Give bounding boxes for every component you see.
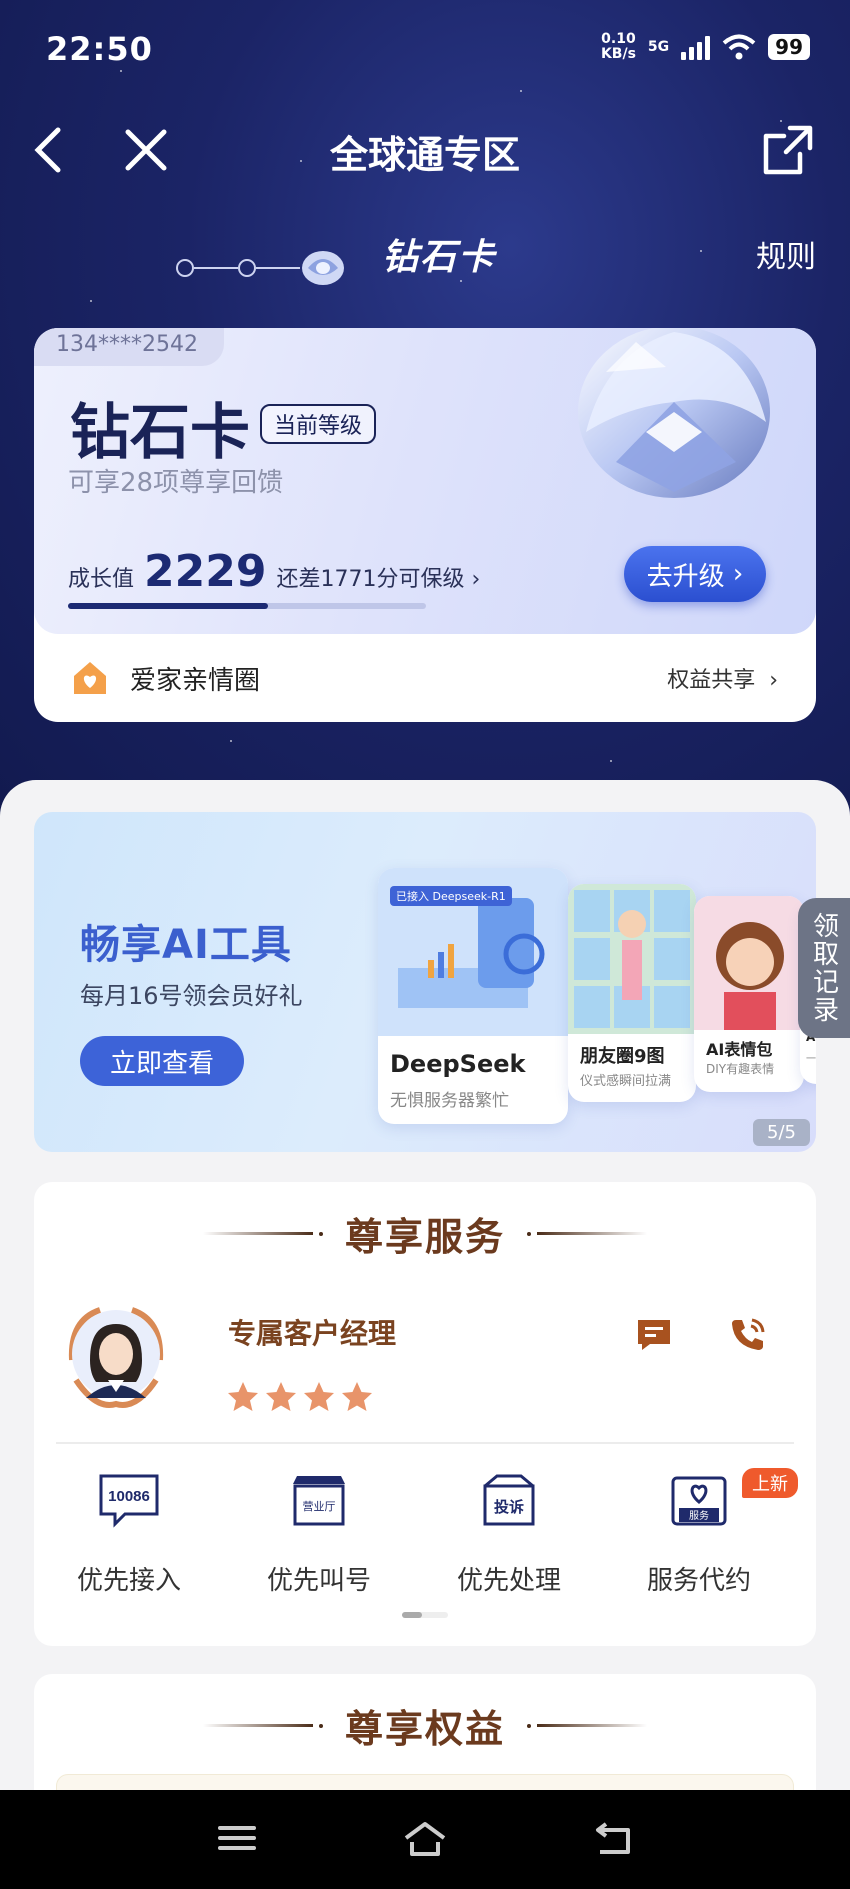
hotline-text: 10086 [108, 1488, 150, 1505]
service-label: 服务代约 [646, 1566, 751, 1596]
diamond-image [578, 328, 770, 498]
level-step-dot [238, 259, 256, 277]
level-name: 钻石卡 [382, 237, 497, 278]
promo-card-sub: 一键 [806, 1054, 816, 1065]
promo-banner[interactable]: 畅享AI工具 每月16号领会员好礼 立即查看 已接入 Deepseek-R1 D… [34, 812, 816, 1152]
growth-progress-fill [68, 603, 269, 609]
service-heart-icon: 服务 [671, 1476, 727, 1526]
promo-card-deepseek[interactable]: 已接入 Deepseek-R1 DeepSeek 无惧服务器繁忙 [378, 868, 568, 1124]
network-speed: 0.10 KB/s [601, 32, 636, 62]
benefit-share-link[interactable]: 权益共享 › [667, 662, 778, 694]
diamond-level-icon [302, 251, 344, 285]
card-top: 134****2542 钻石卡 当前等级 可享28项尊享回馈 成长值 2229 … [34, 328, 816, 634]
services-section: 尊享服务 专属客户经理 10086 优先接入 营业厅 优先叫号 投诉 优先处理 … [34, 1182, 816, 1646]
growth-value: 2229 [144, 546, 267, 597]
service-priority-access[interactable]: 10086 优先接入 [34, 1472, 224, 1602]
family-label: 爱家亲情圈 [130, 666, 261, 696]
phone-icon[interactable] [728, 1314, 768, 1354]
upgrade-button-label: 去升级 [646, 561, 725, 592]
section-title: 尊享权益 [344, 1707, 505, 1751]
system-nav-bar [0, 1790, 850, 1889]
star-icon [228, 1382, 258, 1411]
rules-link[interactable]: 规则 [756, 232, 816, 276]
view-now-button[interactable]: 立即查看 [80, 1036, 244, 1086]
hall-icon: 营业厅 [293, 1476, 345, 1526]
deepseek-tag: 已接入 Deepseek-R1 [390, 886, 512, 906]
manager-rating [226, 1380, 374, 1414]
moments-illustration [568, 884, 696, 1034]
phone-number: 134****2542 [34, 328, 224, 366]
level-steps [176, 248, 346, 288]
promo-card-sub: DIY有趣表情 [706, 1062, 775, 1076]
network-type: 5G [647, 39, 670, 55]
chevron-right-icon: › [762, 668, 778, 693]
divider [56, 1442, 794, 1444]
battery-indicator: 99 [768, 34, 810, 60]
promo-card-title: AI表情包 [706, 1040, 773, 1059]
growth-hint[interactable]: 还差1771分可保级 [276, 561, 464, 593]
member-card: 134****2542 钻石卡 当前等级 可享28项尊享回馈 成长值 2229 … [34, 328, 816, 722]
grid-pager [402, 1612, 448, 1618]
level-step-dot [176, 259, 194, 277]
share-external-icon[interactable] [760, 122, 816, 178]
manager-avatar[interactable] [60, 1300, 172, 1412]
service-label: 优先叫号 [266, 1566, 371, 1596]
section-header: 尊享服务 [34, 1206, 816, 1261]
service-priority-queue[interactable]: 营业厅 优先叫号 [224, 1472, 414, 1602]
status-bar: 22:50 0.10 KB/s 5G 99 [0, 0, 850, 100]
claim-records-tab[interactable]: 领取记录 [798, 898, 850, 1038]
home-heart-icon [74, 662, 106, 694]
service-label: 优先处理 [456, 1566, 561, 1596]
emoji-illustration [694, 896, 804, 1030]
avatar-image [68, 1307, 164, 1408]
manager-title: 专属客户经理 [228, 1317, 397, 1350]
complaint-icon: 投诉 [483, 1474, 535, 1526]
card-level: 钻石卡 [70, 398, 250, 468]
promo-card-moments[interactable]: 朋友圈9图 仪式感瞬间拉满 [568, 884, 696, 1102]
promo-card-title: 朋友圈9图 [580, 1046, 665, 1067]
chevron-right-icon: › [464, 567, 481, 592]
menu-icon[interactable] [214, 1818, 260, 1858]
upgrade-button[interactable]: 去升级 › [624, 546, 766, 602]
section-title: 尊享服务 [344, 1215, 505, 1259]
promo-card-emoji[interactable]: AI表情包 DIY有趣表情 [694, 896, 804, 1092]
page-title: 全球通专区 [329, 133, 520, 177]
family-row[interactable]: 爱家亲情圈 权益共享 › [34, 634, 816, 722]
speed-unit: KB/s [600, 46, 636, 62]
service-grid: 10086 优先接入 营业厅 优先叫号 投诉 优先处理 服务 服务代约 [34, 1472, 816, 1602]
section-header: 尊享权益 [34, 1698, 816, 1753]
star-icon [266, 1382, 296, 1411]
promo-card-sub: 无惧服务器繁忙 [390, 1091, 509, 1111]
service-icon-text: 服务 [689, 1509, 709, 1522]
benefit-share-label: 权益共享 [667, 668, 756, 693]
banner-title: 畅享AI工具 [80, 922, 292, 968]
hotline-10086-icon: 10086 [99, 1474, 159, 1528]
current-level-tag: 当前等级 [260, 404, 377, 444]
growth-label: 成长值 [68, 567, 135, 592]
home-icon[interactable] [402, 1818, 448, 1858]
star-icon [304, 1382, 334, 1411]
wifi-icon [722, 34, 756, 60]
banner-page-counter: 5/5 [753, 1119, 810, 1146]
promo-card-sub: 仪式感瞬间拉满 [580, 1074, 672, 1089]
chat-icon[interactable] [634, 1314, 674, 1354]
service-label: 优先接入 [76, 1566, 181, 1596]
complaint-text: 投诉 [494, 1498, 524, 1516]
growth-progress-bar [68, 603, 426, 609]
new-badge: 上新 [742, 1468, 798, 1498]
back-nav-icon[interactable] [592, 1818, 638, 1858]
speed-value: 0.10 [601, 31, 636, 47]
chevron-right-icon: › [724, 559, 744, 589]
level-progress-row: 钻石卡 规则 [0, 222, 850, 285]
banner-subtitle: 每月16号领会员好礼 [80, 982, 303, 1010]
promo-card-title: DeepSeek [390, 1050, 526, 1078]
service-priority-handle[interactable]: 投诉 优先处理 [414, 1472, 604, 1602]
card-subtitle: 可享28项尊享回馈 [68, 468, 284, 498]
star-icon [342, 1382, 372, 1411]
signal-icon [681, 34, 711, 60]
hall-text: 营业厅 [303, 1499, 336, 1513]
nav-bar: 全球通专区 [0, 110, 850, 190]
status-time: 22:50 [46, 30, 153, 68]
growth-row: 成长值 2229 还差1771分可保级 › [68, 546, 480, 597]
